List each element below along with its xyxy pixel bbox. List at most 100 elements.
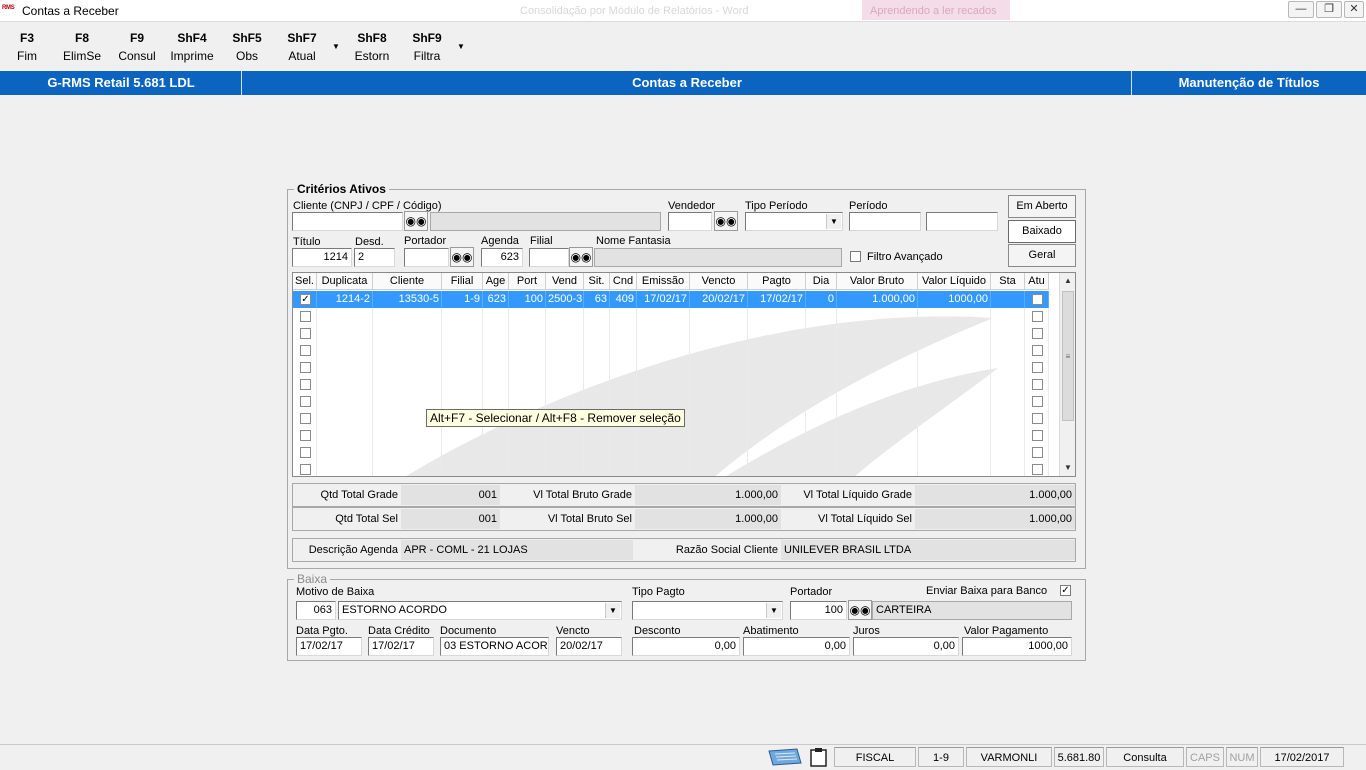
- keyboard-button[interactable]: [767, 747, 803, 767]
- row-atu-cell[interactable]: [1025, 325, 1049, 342]
- portador-search-button[interactable]: ◉◉: [450, 247, 474, 267]
- table-row[interactable]: [293, 308, 1049, 325]
- row-atu-checkbox[interactable]: [1032, 362, 1043, 373]
- valor-pagamento-input[interactable]: 1000,00: [962, 637, 1072, 656]
- row-select-cell[interactable]: [293, 427, 317, 444]
- table-row[interactable]: [293, 461, 1049, 476]
- row-atu-checkbox[interactable]: [1032, 345, 1043, 356]
- tipo-pagto-select[interactable]: ▼: [632, 601, 783, 620]
- toolbar-dropdown-filtra[interactable]: ▼: [457, 42, 465, 51]
- periodo-inicio-input[interactable]: [849, 212, 921, 231]
- portador-codigo-input[interactable]: 100: [790, 601, 847, 620]
- row-atu-cell[interactable]: [1025, 376, 1049, 393]
- toolbar-button-fim[interactable]: F3 Fim: [0, 30, 54, 64]
- toolbar-button-obs[interactable]: ShF5 Obs: [220, 30, 274, 64]
- grid-column-header[interactable]: Sit.: [584, 273, 610, 290]
- row-atu-checkbox[interactable]: [1032, 447, 1043, 458]
- row-select-cell[interactable]: [293, 359, 317, 376]
- toolbar-button-consul[interactable]: F9 Consul: [110, 30, 164, 64]
- vendedor-input[interactable]: [668, 212, 712, 231]
- grid-column-header[interactable]: Valor Bruto: [837, 273, 918, 290]
- row-atu-cell[interactable]: [1025, 444, 1049, 461]
- row-atu-checkbox[interactable]: [1032, 464, 1043, 475]
- row-atu-cell[interactable]: [1025, 393, 1049, 410]
- row-select-cell[interactable]: [293, 342, 317, 359]
- row-select-checkbox[interactable]: [300, 328, 311, 339]
- row-atu-cell[interactable]: [1025, 461, 1049, 476]
- toolbar-dropdown-atual[interactable]: ▼: [332, 42, 340, 51]
- scroll-down-button[interactable]: ▼: [1060, 460, 1075, 476]
- row-atu-checkbox[interactable]: [1032, 413, 1043, 424]
- row-select-cell[interactable]: [293, 308, 317, 325]
- filial-input[interactable]: [529, 248, 569, 267]
- row-atu-cell[interactable]: [1025, 359, 1049, 376]
- row-select-cell[interactable]: ✓: [293, 291, 317, 308]
- cliente-search-button[interactable]: ◉◉: [404, 211, 428, 231]
- grid-column-header[interactable]: Valor Líquido: [918, 273, 991, 290]
- desconto-input[interactable]: 0,00: [632, 637, 740, 656]
- row-select-checkbox[interactable]: [300, 311, 311, 322]
- row-select-cell[interactable]: [293, 444, 317, 461]
- table-row[interactable]: [293, 444, 1049, 461]
- vencto-input[interactable]: 20/02/17: [556, 637, 622, 656]
- toolbar-button-filtra[interactable]: ShF9 Filtra: [400, 30, 454, 64]
- geral-button[interactable]: Geral: [1008, 244, 1076, 267]
- grid-column-header[interactable]: Cnd: [610, 273, 637, 290]
- grid-column-header[interactable]: Sta: [991, 273, 1025, 290]
- periodo-fim-input[interactable]: [926, 212, 998, 231]
- vendedor-search-button[interactable]: ◉◉: [714, 211, 738, 231]
- scroll-thumb[interactable]: ≡: [1062, 291, 1074, 421]
- row-atu-cell[interactable]: [1025, 410, 1049, 427]
- grid-column-header[interactable]: Port: [509, 273, 546, 290]
- row-select-checkbox[interactable]: [300, 430, 311, 441]
- grid-column-header[interactable]: Vend: [546, 273, 584, 290]
- grid-vertical-scrollbar[interactable]: ▲ ≡ ▼: [1059, 273, 1075, 476]
- row-select-cell[interactable]: [293, 325, 317, 342]
- row-atu-checkbox[interactable]: [1032, 396, 1043, 407]
- row-select-checkbox[interactable]: [300, 396, 311, 407]
- minimize-button[interactable]: —: [1288, 1, 1314, 18]
- toolbar-button-elimse[interactable]: F8 ElimSe: [55, 30, 109, 64]
- agenda-input[interactable]: 623: [481, 248, 523, 267]
- table-row[interactable]: [293, 342, 1049, 359]
- data-pgto-input[interactable]: 17/02/17: [296, 637, 362, 656]
- row-select-checkbox[interactable]: [300, 362, 311, 373]
- table-row[interactable]: [293, 359, 1049, 376]
- baixado-button[interactable]: Baixado: [1008, 220, 1076, 243]
- grid-column-header[interactable]: Cliente: [373, 273, 442, 290]
- close-button[interactable]: ✕: [1344, 1, 1364, 18]
- row-atu-checkbox[interactable]: [1032, 379, 1043, 390]
- row-select-checkbox[interactable]: [300, 345, 311, 356]
- row-select-checkbox[interactable]: [300, 447, 311, 458]
- row-select-checkbox[interactable]: ✓: [300, 294, 311, 305]
- filial-search-button[interactable]: ◉◉: [569, 247, 593, 267]
- row-select-cell[interactable]: [293, 376, 317, 393]
- row-select-checkbox[interactable]: [300, 413, 311, 424]
- row-atu-cell[interactable]: [1025, 308, 1049, 325]
- grid-column-header[interactable]: Duplicata: [317, 273, 373, 290]
- row-select-checkbox[interactable]: [300, 379, 311, 390]
- titulo-input[interactable]: 1214: [292, 248, 352, 267]
- tipo-periodo-select[interactable]: ▼: [745, 212, 843, 231]
- enviar-banco-checkbox[interactable]: ✓: [1060, 585, 1071, 596]
- row-atu-cell[interactable]: [1025, 427, 1049, 444]
- row-atu-checkbox[interactable]: [1032, 430, 1043, 441]
- toolbar-button-atual[interactable]: ShF7 Atual: [275, 30, 329, 64]
- toolbar-button-estorn[interactable]: ShF8 Estorn: [345, 30, 399, 64]
- motivo-descricao-select[interactable]: ESTORNO ACORDO ▼: [338, 601, 622, 620]
- grid-column-header[interactable]: Filial: [442, 273, 483, 290]
- data-credito-input[interactable]: 17/02/17: [368, 637, 434, 656]
- portador-baixa-search-button[interactable]: ◉◉: [848, 600, 872, 620]
- motivo-codigo-input[interactable]: 063: [296, 601, 336, 620]
- clipboard-button[interactable]: [808, 747, 830, 767]
- grid-column-header[interactable]: Atu: [1025, 273, 1049, 290]
- grid-column-header[interactable]: Sel.: [293, 273, 317, 290]
- desd-input[interactable]: 2: [354, 248, 395, 267]
- juros-input[interactable]: 0,00: [853, 637, 959, 656]
- em-aberto-button[interactable]: Em Aberto: [1008, 195, 1076, 218]
- table-row[interactable]: [293, 393, 1049, 410]
- restore-button[interactable]: ❐: [1316, 1, 1342, 18]
- grid-column-header[interactable]: Pagto: [748, 273, 806, 290]
- row-select-checkbox[interactable]: [300, 464, 311, 475]
- row-atu-checkbox[interactable]: [1032, 294, 1043, 305]
